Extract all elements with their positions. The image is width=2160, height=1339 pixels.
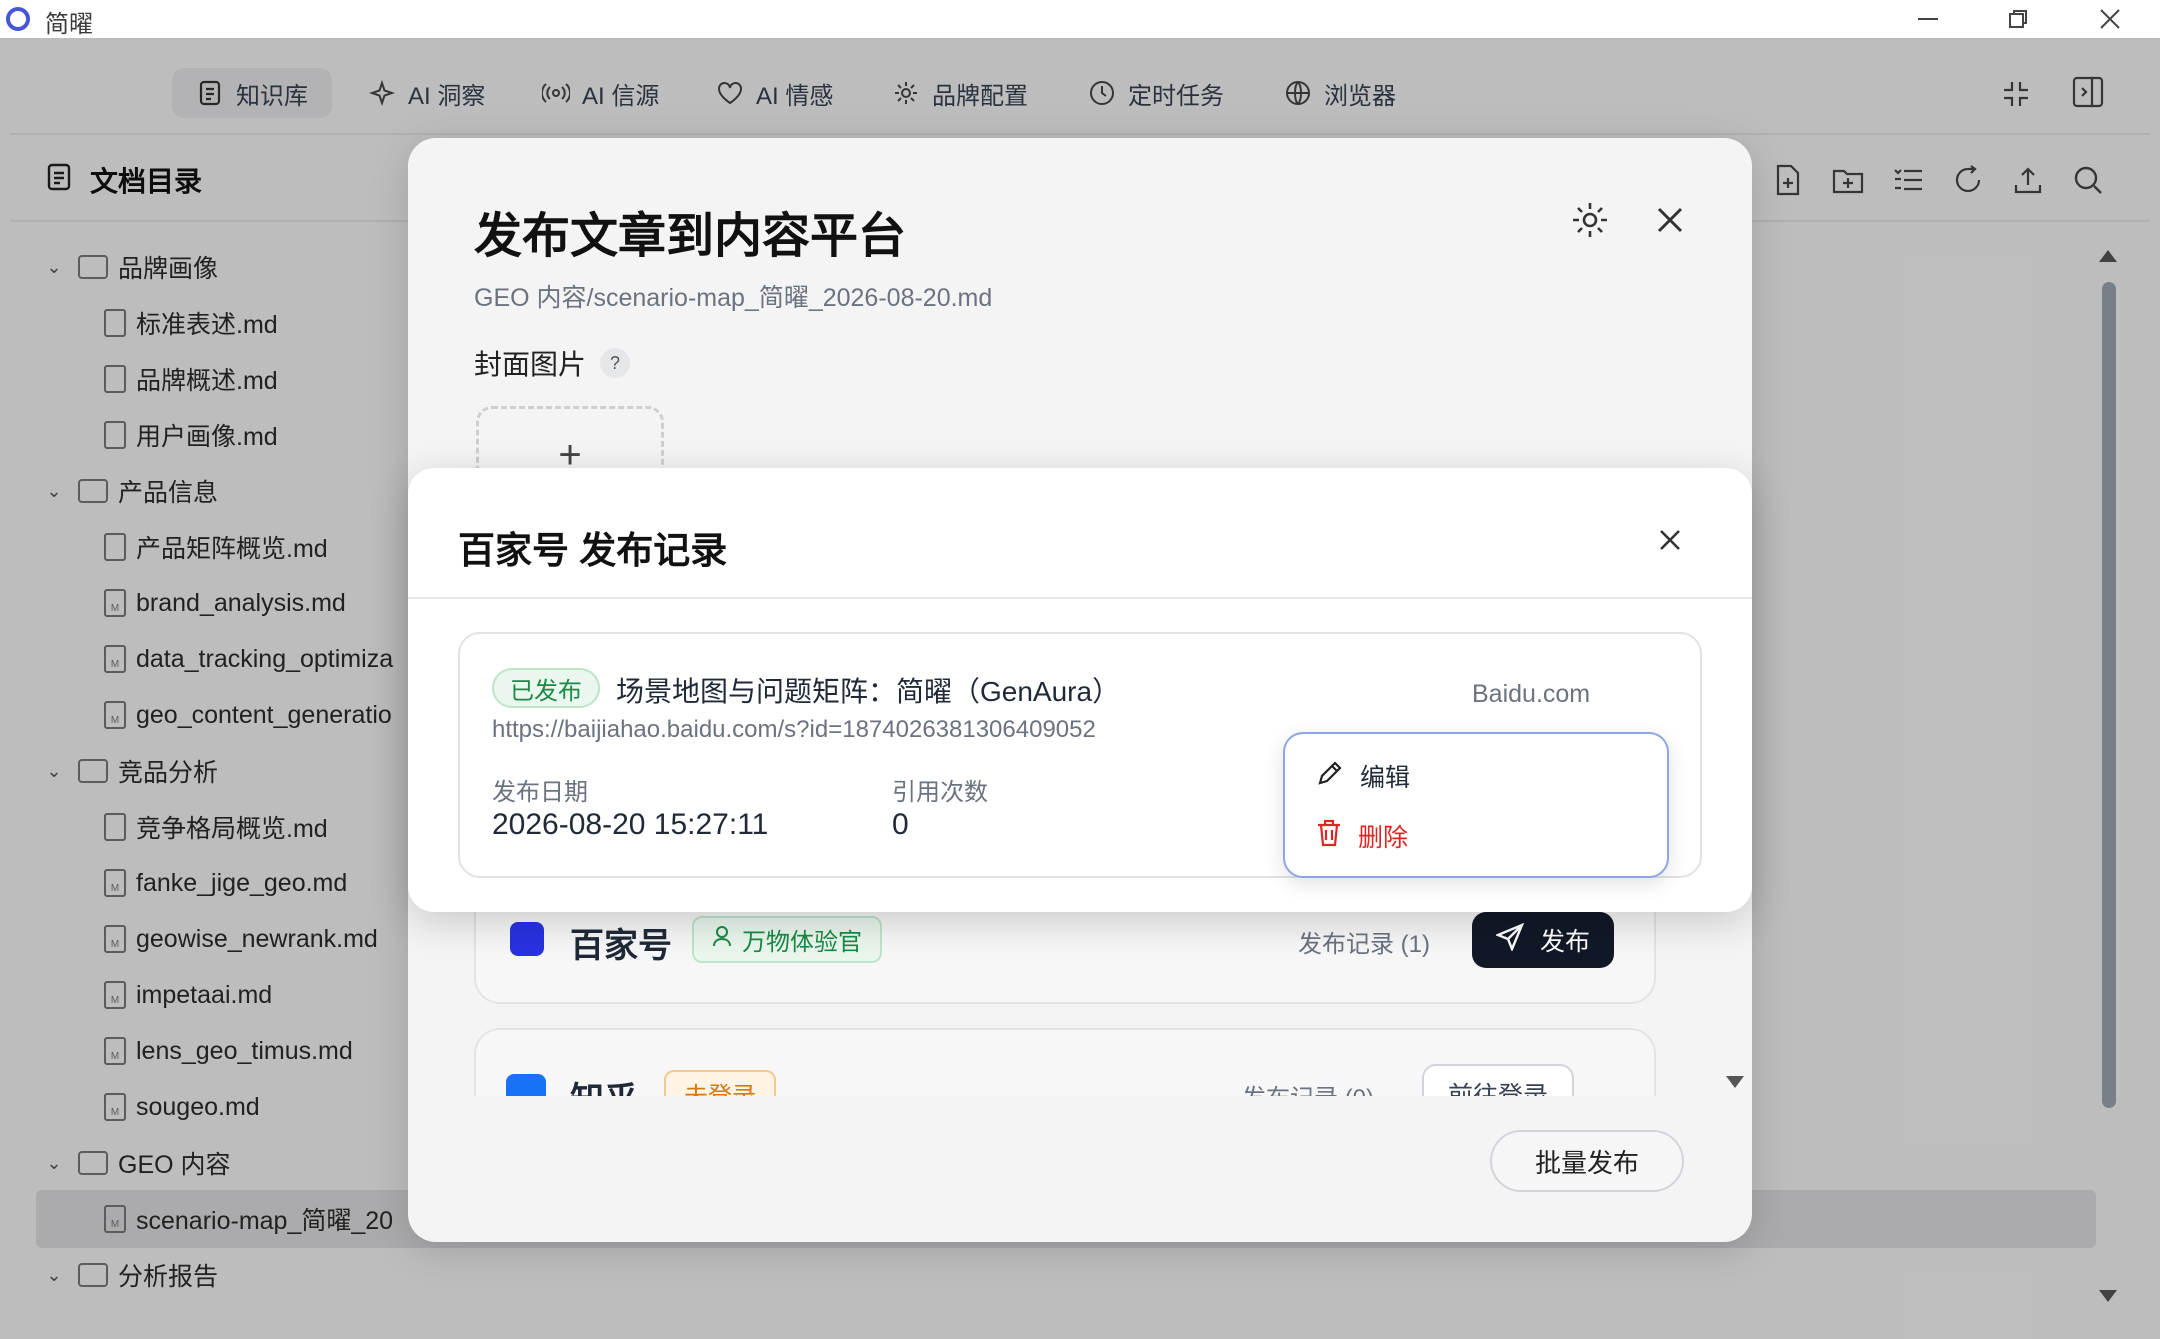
document-path: GEO 内容/scenario-map_简曜_2026-08-20.md bbox=[474, 284, 993, 312]
publish-date-label: 发布日期 bbox=[492, 779, 588, 806]
close-icon[interactable] bbox=[1652, 522, 1688, 558]
publish-date-value: 2026-08-20 15:27:11 bbox=[492, 808, 769, 841]
record-action-menu bbox=[1283, 732, 1669, 878]
zhihu-logo-icon bbox=[506, 1074, 546, 1096]
record-url[interactable]: https://baijiahao.baidu.com/s?id=1874026… bbox=[492, 716, 1096, 744]
close-icon[interactable] bbox=[1650, 200, 1690, 240]
modal-scroll-down-icon[interactable] bbox=[1726, 1076, 1744, 1088]
baidu-paw-icon bbox=[510, 922, 544, 956]
go-login-button[interactable]: 前往登录 bbox=[1422, 1064, 1575, 1096]
publish-button-label: 发布 bbox=[1540, 928, 1591, 956]
send-icon bbox=[1494, 922, 1525, 958]
login-status-badge: 未登录 bbox=[664, 1070, 776, 1096]
settings-gear-icon[interactable] bbox=[1570, 200, 1610, 240]
trash-icon bbox=[1316, 819, 1342, 854]
close-window-button[interactable] bbox=[2080, 0, 2140, 38]
publish-button[interactable]: 发布 bbox=[1472, 912, 1615, 968]
delete-label: 删除 bbox=[1358, 824, 1409, 852]
user-icon bbox=[712, 925, 732, 954]
record-title: 场景地图与问题矩阵：简曜（GenAura） bbox=[616, 676, 1121, 707]
records-modal-divider bbox=[408, 597, 1752, 599]
cover-image-label: 封面图片 ? bbox=[474, 343, 631, 383]
platform-name: 知乎 bbox=[570, 1072, 638, 1096]
account-badge: 万物体验官 bbox=[692, 916, 882, 963]
publish-records-link[interactable]: 发布记录 (1) bbox=[1298, 924, 1430, 959]
restore-button[interactable] bbox=[1988, 0, 2048, 38]
platform-card-zhihu-clip: 知乎 未登录 发布记录 (0) 前往登录 bbox=[474, 1028, 1656, 1096]
cover-label-text: 封面图片 bbox=[474, 349, 587, 380]
batch-publish-button[interactable]: 批量发布 bbox=[1490, 1130, 1684, 1192]
app-logo bbox=[6, 7, 30, 31]
title-bar bbox=[0, 0, 2160, 38]
publish-modal-title: 发布文章到内容平台 bbox=[474, 210, 907, 263]
status-badge: 已发布 bbox=[492, 668, 600, 708]
window-title: 简曜 bbox=[45, 11, 93, 38]
records-modal-title: 百家号 发布记录 bbox=[458, 530, 728, 571]
minimize-button[interactable] bbox=[1898, 0, 1958, 38]
publish-records-link[interactable]: 发布记录 (0) bbox=[1242, 1078, 1374, 1096]
edit-menu-item[interactable]: 编辑 bbox=[1316, 756, 1410, 796]
delete-menu-item[interactable]: 删除 bbox=[1316, 816, 1408, 856]
pencil-icon bbox=[1316, 759, 1344, 794]
citation-count-value: 0 bbox=[892, 808, 909, 841]
citation-count-label: 引用次数 bbox=[892, 779, 988, 806]
help-icon[interactable]: ? bbox=[600, 348, 631, 378]
account-name: 万物体验官 bbox=[742, 929, 862, 956]
platform-name: 百家号 bbox=[570, 927, 672, 965]
record-site: Baidu.com bbox=[1472, 680, 1591, 708]
edit-label: 编辑 bbox=[1360, 764, 1411, 792]
